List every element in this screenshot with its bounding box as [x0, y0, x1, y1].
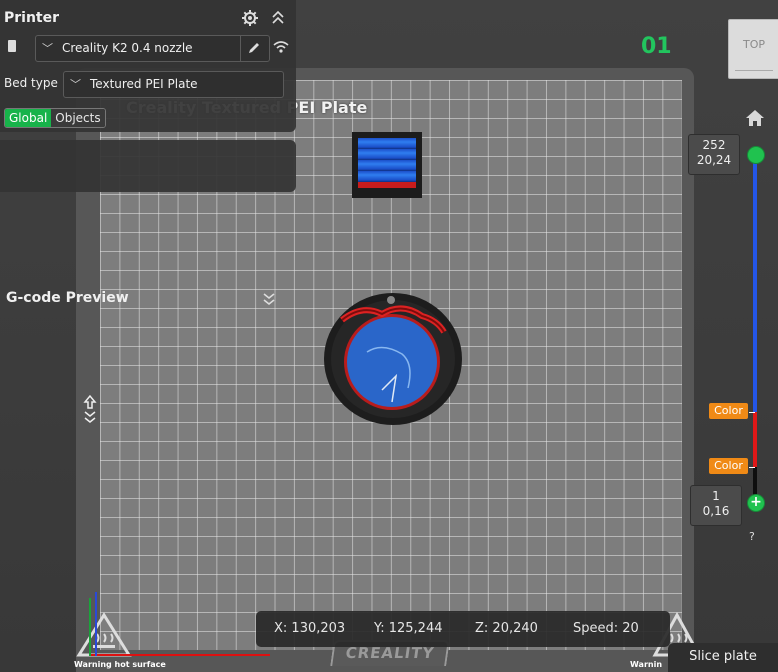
bottom-layer-height: 0,16: [702, 504, 730, 518]
printer-select-value: Creality K2 0.4 nozzle: [62, 41, 193, 55]
scope-toggle: Global Objects: [4, 108, 106, 128]
printer-panel: Printer ﹀ Creality K2 0.4 nozzle Bed typ…: [0, 0, 296, 132]
wifi-icon[interactable]: [272, 40, 290, 54]
chevron-down-icon: ﹀: [70, 78, 81, 91]
gear-icon[interactable]: [241, 9, 259, 27]
toolhead-info-bar: X: 130,203 Y: 125,244 Z: 20,240 Speed: 2…: [256, 611, 670, 647]
hot-surface-warning-icon: [76, 612, 132, 657]
expand-down-icon[interactable]: [262, 292, 276, 306]
bed-type-value: Textured PEI Plate: [90, 77, 198, 91]
view-cube-face: TOP: [742, 38, 765, 51]
divider: [240, 36, 241, 61]
bottom-layer-readout: 1 0,16: [690, 485, 742, 526]
color-change-tick: [749, 467, 755, 468]
top-layer-readout: 252 20,24: [688, 134, 740, 175]
slice-plate-button[interactable]: Slice plate: [668, 643, 778, 672]
color-change-tick: [749, 412, 755, 413]
bed-type-select[interactable]: ﹀ Textured PEI Plate: [63, 71, 284, 98]
slider-top-handle[interactable]: [747, 146, 765, 164]
gcode-preview-panel: G-code Preview: [0, 140, 296, 306]
y-axis-line: [89, 598, 91, 656]
tab-global[interactable]: Global: [5, 109, 52, 127]
bottom-layer-number: 1: [712, 489, 720, 503]
x-position: X: 130,203: [274, 621, 346, 636]
model-box-object[interactable]: [352, 132, 422, 198]
model-box-red-layer: [358, 182, 416, 188]
bed-type-label: Bed type: [4, 76, 58, 90]
color-change-tag[interactable]: Color: [709, 458, 748, 474]
collapse-up-icon[interactable]: [271, 10, 285, 26]
color-change-tag[interactable]: Color: [709, 403, 748, 419]
printer-icon: [8, 40, 16, 52]
top-layer-number: 252: [702, 138, 726, 152]
x-axis-line: [90, 654, 270, 656]
y-position: Y: 125,244: [374, 621, 443, 636]
chevron-down-icon: ﹀: [42, 42, 53, 55]
home-icon[interactable]: [745, 109, 765, 127]
z-position: Z: 20,240: [475, 621, 538, 636]
speed-readout: Speed: 20: [573, 621, 639, 636]
hot-surface-warning-text: Warning hot surface: [74, 660, 166, 669]
model-box-top: [358, 138, 416, 188]
help-icon[interactable]: ?: [749, 530, 755, 543]
slider-track-middle[interactable]: [753, 412, 757, 467]
view-cube[interactable]: TOP: [728, 19, 778, 79]
plate-marker-icon: [83, 394, 97, 423]
plate-index[interactable]: 01: [641, 34, 672, 59]
tab-objects[interactable]: Objects: [51, 109, 105, 127]
hot-surface-warning-text: Warnin: [630, 660, 663, 669]
gcode-preview-title: G-code Preview: [6, 290, 129, 306]
view-cube-edge: [735, 70, 773, 79]
slider-track-upper[interactable]: [753, 156, 757, 412]
top-layer-height: 20,24: [696, 153, 732, 167]
model-medallion-object[interactable]: [322, 292, 464, 428]
printer-panel-title: Printer: [4, 10, 60, 26]
slider-bottom-handle[interactable]: +: [747, 494, 765, 512]
printer-select[interactable]: ﹀ Creality K2 0.4 nozzle: [35, 35, 270, 62]
edit-icon[interactable]: [247, 41, 261, 55]
z-axis-line: [95, 592, 97, 656]
